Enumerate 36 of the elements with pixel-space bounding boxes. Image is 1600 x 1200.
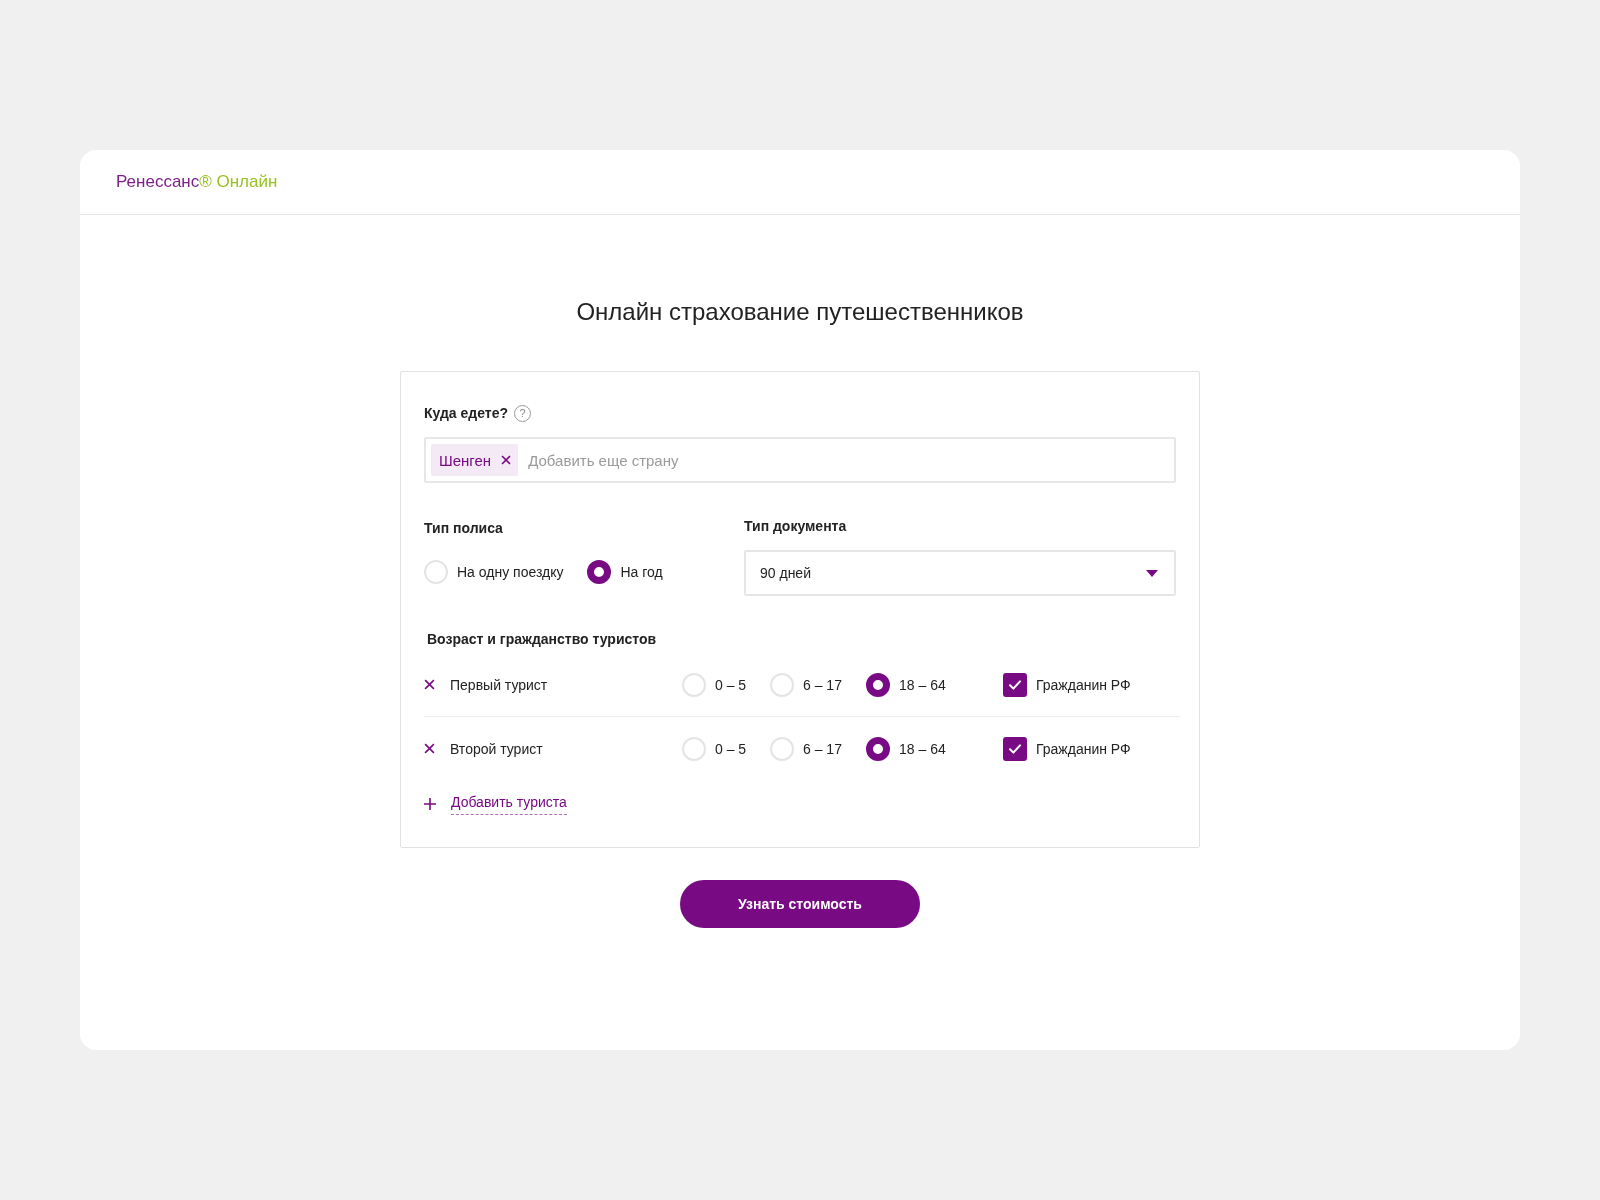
destination-field[interactable]: Шенген Добавить еще страну bbox=[424, 437, 1176, 483]
checkmark-icon bbox=[1009, 679, 1021, 690]
checkmark-icon bbox=[1009, 743, 1021, 754]
checkbox[interactable] bbox=[1003, 736, 1027, 761]
tourist-name: Первый турист bbox=[450, 676, 548, 693]
checkbox-label[interactable]: Гражданин РФ bbox=[1036, 740, 1131, 757]
document-type-select[interactable]: 90 дней bbox=[744, 550, 1176, 596]
field-label: Возраст и гражданство туристов bbox=[427, 630, 658, 649]
field-label: Куда едете? bbox=[424, 404, 508, 423]
option-label[interactable]: 18 – 64 bbox=[899, 676, 946, 693]
option-label[interactable]: 0 – 5 bbox=[715, 740, 747, 757]
option-label[interactable]: 6 – 17 bbox=[803, 676, 842, 693]
checkbox[interactable] bbox=[1003, 672, 1027, 697]
add-tourist-link[interactable]: Добавить туриста bbox=[451, 792, 567, 815]
option-label[interactable]: На год bbox=[620, 564, 663, 580]
caret-icon bbox=[1146, 569, 1158, 577]
remove-icon[interactable] bbox=[424, 679, 435, 690]
remove-icon[interactable] bbox=[424, 743, 435, 754]
checkbox-label[interactable]: Гражданин РФ bbox=[1036, 676, 1131, 693]
radio-button[interactable] bbox=[587, 560, 612, 584]
remove-icon[interactable] bbox=[501, 455, 512, 465]
radio-button[interactable] bbox=[866, 672, 890, 697]
field-label: Тип документа bbox=[744, 517, 848, 536]
option-label[interactable]: 6 – 17 bbox=[803, 740, 842, 757]
submit-button[interactable]: Узнать стоимость bbox=[680, 880, 920, 928]
field-label: Тип полиса bbox=[424, 519, 504, 538]
logo[interactable]: Ренессанс® Онлайн bbox=[116, 172, 278, 192]
option-label[interactable]: 0 – 5 bbox=[715, 676, 747, 693]
radio-button[interactable] bbox=[866, 736, 890, 761]
tag-label: Шенген bbox=[439, 451, 492, 469]
country-input[interactable]: Добавить еще страну bbox=[528, 448, 1174, 472]
option-label[interactable]: На одну поездку bbox=[457, 564, 564, 580]
option-label[interactable]: 18 – 64 bbox=[899, 740, 946, 757]
page-title: Онлайн страхование путешественников bbox=[575, 297, 1025, 327]
plus-icon[interactable] bbox=[424, 797, 436, 810]
tourist-name: Второй турист bbox=[450, 740, 543, 757]
